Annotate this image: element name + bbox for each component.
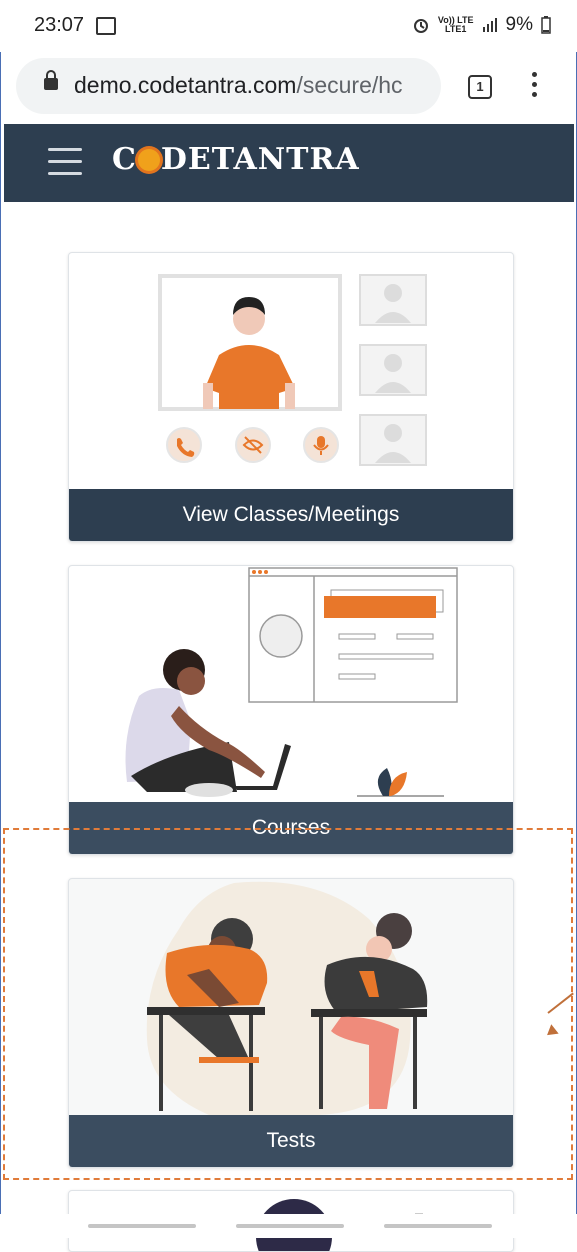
card-label-tests: Tests xyxy=(69,1115,513,1167)
network-bottom: LTE1 xyxy=(445,24,467,34)
nav-handle-left[interactable] xyxy=(88,1224,196,1228)
network-indicator: Vo)) LTE LTE1 xyxy=(438,16,474,34)
card-view-classes[interactable]: View Classes/Meetings xyxy=(68,252,514,542)
lock-icon xyxy=(44,70,58,90)
battery-icon xyxy=(541,16,551,34)
url-text[interactable]: demo.codetantra.com/secure/hc xyxy=(74,72,430,99)
video-meeting-illustration xyxy=(158,274,427,466)
alarm-icon xyxy=(413,19,428,33)
system-nav-bar xyxy=(0,1214,577,1238)
students-exam-illustration xyxy=(146,881,428,1115)
hamburger-menu-icon[interactable] xyxy=(48,148,82,184)
codetantra-logo[interactable]: C DETANTRA xyxy=(112,142,360,177)
signal-icon xyxy=(482,18,497,32)
url-path: /secure/hc xyxy=(296,72,403,98)
tab-switcher-button[interactable]: 1 xyxy=(468,75,492,99)
status-time: 23:07 xyxy=(34,14,85,36)
address-bar[interactable]: demo.codetantra.com/secure/hc xyxy=(16,58,441,114)
student-laptop-illustration xyxy=(125,567,458,797)
card-label-courses: Courses xyxy=(69,802,513,854)
browser-menu-icon[interactable] xyxy=(532,72,538,102)
status-bar: 23:07 Vo)) LTE LTE1 9% xyxy=(0,0,577,52)
url-host: demo.codetantra.com xyxy=(74,72,297,98)
card-courses[interactable]: Courses xyxy=(68,565,514,855)
gallery-notification-icon xyxy=(96,17,116,35)
card-label-view-classes: View Classes/Meetings xyxy=(69,489,513,541)
nav-handle-right[interactable] xyxy=(384,1224,492,1228)
nav-handle-center[interactable] xyxy=(236,1224,344,1228)
app-header: C DETANTRA xyxy=(4,124,574,202)
sun-icon xyxy=(137,149,160,171)
battery-percent: 9% xyxy=(505,14,533,35)
status-right: Vo)) LTE LTE1 9% xyxy=(412,14,551,36)
card-tests[interactable]: Tests xyxy=(68,878,514,1168)
